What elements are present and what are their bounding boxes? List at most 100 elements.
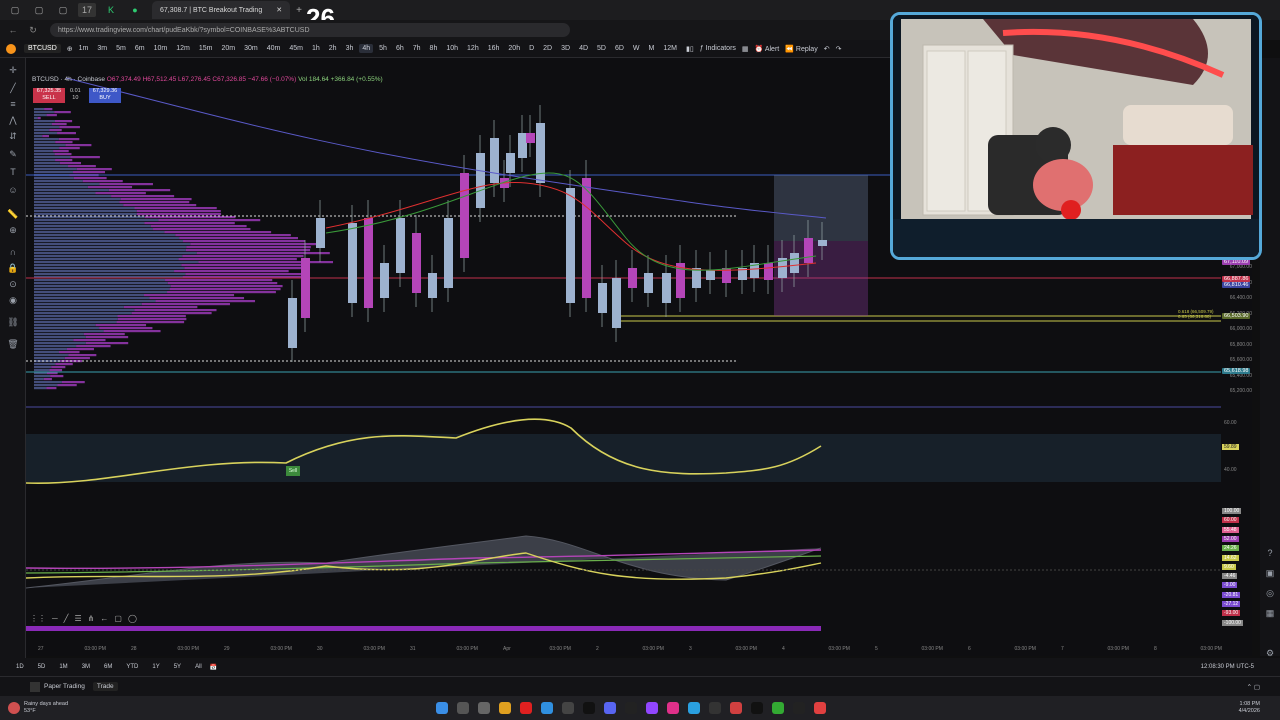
range-6M[interactable]: 6M: [104, 664, 112, 670]
trendline-icon[interactable]: ╱: [6, 82, 20, 94]
explorer-icon[interactable]: [499, 702, 511, 714]
tf-W[interactable]: W: [630, 44, 643, 53]
tf-40m[interactable]: 40m: [264, 44, 284, 53]
legend-title[interactable]: BTCUSD · 4h · Coinbase: [32, 76, 105, 83]
edge-icon[interactable]: [541, 702, 553, 714]
lock-all-icon[interactable]: ⊙: [6, 278, 20, 290]
symbol-search[interactable]: BTCUSD: [24, 44, 61, 53]
new-tab-icon[interactable]: +: [296, 5, 302, 16]
tab-icon-3[interactable]: 17: [78, 3, 96, 17]
tf-15m[interactable]: 15m: [196, 44, 216, 53]
tf-12m[interactable]: 12m: [173, 44, 193, 53]
tf-16h[interactable]: 16h: [485, 44, 503, 53]
settings-icon[interactable]: ⚙: [1264, 648, 1276, 660]
tf-5h[interactable]: 5h: [376, 44, 390, 53]
avatar[interactable]: [6, 44, 16, 54]
tf-1h[interactable]: 1h: [309, 44, 323, 53]
sell-button[interactable]: 67,325.35 SELL: [33, 88, 65, 103]
tf-M[interactable]: M: [646, 44, 658, 53]
trade-button[interactable]: Trade: [93, 682, 118, 691]
app-icon-3[interactable]: [709, 702, 721, 714]
app-icon-5[interactable]: [751, 702, 763, 714]
list-icon[interactable]: ☰: [75, 614, 82, 623]
arrow-icon[interactable]: ←: [100, 614, 108, 623]
weather-icon[interactable]: [8, 702, 20, 714]
redo-icon[interactable]: ↷: [836, 45, 842, 53]
replay-button[interactable]: ⏪ Replay: [785, 45, 817, 53]
goto-date-icon[interactable]: 📅: [210, 664, 217, 671]
tradingview-icon[interactable]: [625, 702, 637, 714]
range-All[interactable]: All: [195, 664, 202, 670]
brush-icon[interactable]: ✎: [6, 148, 20, 160]
range-1Y[interactable]: 1Y: [152, 664, 159, 670]
ideas-icon[interactable]: ◎: [1264, 588, 1276, 600]
url-input[interactable]: https://www.tradingview.com/chart/pudEaK…: [50, 23, 570, 37]
back-icon[interactable]: ←: [6, 25, 20, 35]
tf-5D[interactable]: 5D: [594, 44, 609, 53]
collapse-icon[interactable]: ⌃ ▢: [1247, 683, 1260, 691]
tf-2h[interactable]: 2h: [326, 44, 340, 53]
tf-6h[interactable]: 6h: [393, 44, 407, 53]
discord-icon[interactable]: [604, 702, 616, 714]
ellipse-icon[interactable]: ◯: [128, 614, 137, 623]
chrome-icon[interactable]: [772, 702, 784, 714]
app-icon-2[interactable]: [667, 702, 679, 714]
tab-active[interactable]: 67,308.7 | BTC Breakout Trading ✕: [152, 1, 290, 19]
rect-icon[interactable]: ▢: [114, 614, 122, 623]
line-icon[interactable]: ─: [52, 614, 58, 623]
telegram-icon[interactable]: [688, 702, 700, 714]
app-icon-4[interactable]: [730, 702, 742, 714]
youtube-icon[interactable]: [520, 702, 532, 714]
close-tab-icon[interactable]: ✕: [276, 6, 282, 14]
tf-10m[interactable]: 10m: [151, 44, 171, 53]
tf-4D[interactable]: 4D: [576, 44, 591, 53]
tab-icon-1[interactable]: ▢: [30, 3, 48, 17]
tf-45m[interactable]: 45m: [286, 44, 306, 53]
tf-30m[interactable]: 30m: [241, 44, 261, 53]
tf-7h[interactable]: 7h: [410, 44, 424, 53]
tab-actions-icon[interactable]: ▢: [6, 3, 24, 17]
magnet-icon[interactable]: ∩: [6, 246, 20, 258]
tiktok-icon[interactable]: [583, 702, 595, 714]
tf-12h[interactable]: 12h: [464, 44, 482, 53]
app-icon-1[interactable]: [562, 702, 574, 714]
twitch-icon[interactable]: [646, 702, 658, 714]
tf-1m[interactable]: 1m: [76, 44, 92, 53]
tf-6m[interactable]: 6m: [132, 44, 148, 53]
hide-icon[interactable]: ◉: [6, 294, 20, 306]
ruler-icon[interactable]: 📏: [6, 208, 20, 220]
tf-20m[interactable]: 20m: [218, 44, 238, 53]
undo-icon[interactable]: ↶: [824, 45, 830, 53]
tf-3D[interactable]: 3D: [558, 44, 573, 53]
tf-D[interactable]: D: [526, 44, 537, 53]
tab-icon-4[interactable]: K: [102, 3, 120, 17]
reload-icon[interactable]: ↻: [26, 25, 40, 36]
start-icon[interactable]: [436, 702, 448, 714]
tf-3m[interactable]: 3m: [94, 44, 110, 53]
link-icon[interactable]: ⛓: [6, 316, 20, 328]
chat-icon[interactable]: ▣: [1264, 568, 1276, 580]
tf-20h[interactable]: 20h: [505, 44, 523, 53]
paper-trading-tab[interactable]: Paper Trading: [44, 683, 85, 690]
indicators-button[interactable]: ƒ Indicators: [700, 45, 736, 52]
tab-icon-2[interactable]: ▢: [54, 3, 72, 17]
trash-icon[interactable]: 🗑: [6, 338, 20, 350]
ray-icon[interactable]: ╱: [64, 614, 69, 623]
tf-10h[interactable]: 10h: [443, 44, 461, 53]
lock-icon[interactable]: 🔒: [6, 262, 20, 274]
tf-4h[interactable]: 4h: [359, 44, 373, 53]
tf-8h[interactable]: 8h: [427, 44, 441, 53]
taskview-icon[interactable]: [478, 702, 490, 714]
alert-button[interactable]: ⏰ Alert: [755, 45, 780, 53]
layout-icon[interactable]: ▦: [742, 45, 749, 53]
range-1M[interactable]: 1M: [59, 664, 67, 670]
cursor-icon[interactable]: ✛: [6, 64, 20, 76]
app-icon-6[interactable]: [793, 702, 805, 714]
pattern-icon[interactable]: ⋀: [6, 114, 20, 126]
app-icon-7[interactable]: [814, 702, 826, 714]
system-clock[interactable]: 1:08 PM 4/4/2026: [1239, 701, 1260, 715]
range-YTD[interactable]: YTD: [126, 664, 138, 670]
buy-button[interactable]: 67,329.36 BUY: [89, 88, 121, 103]
range-3M[interactable]: 3M: [82, 664, 90, 670]
tf-5m[interactable]: 5m: [113, 44, 129, 53]
